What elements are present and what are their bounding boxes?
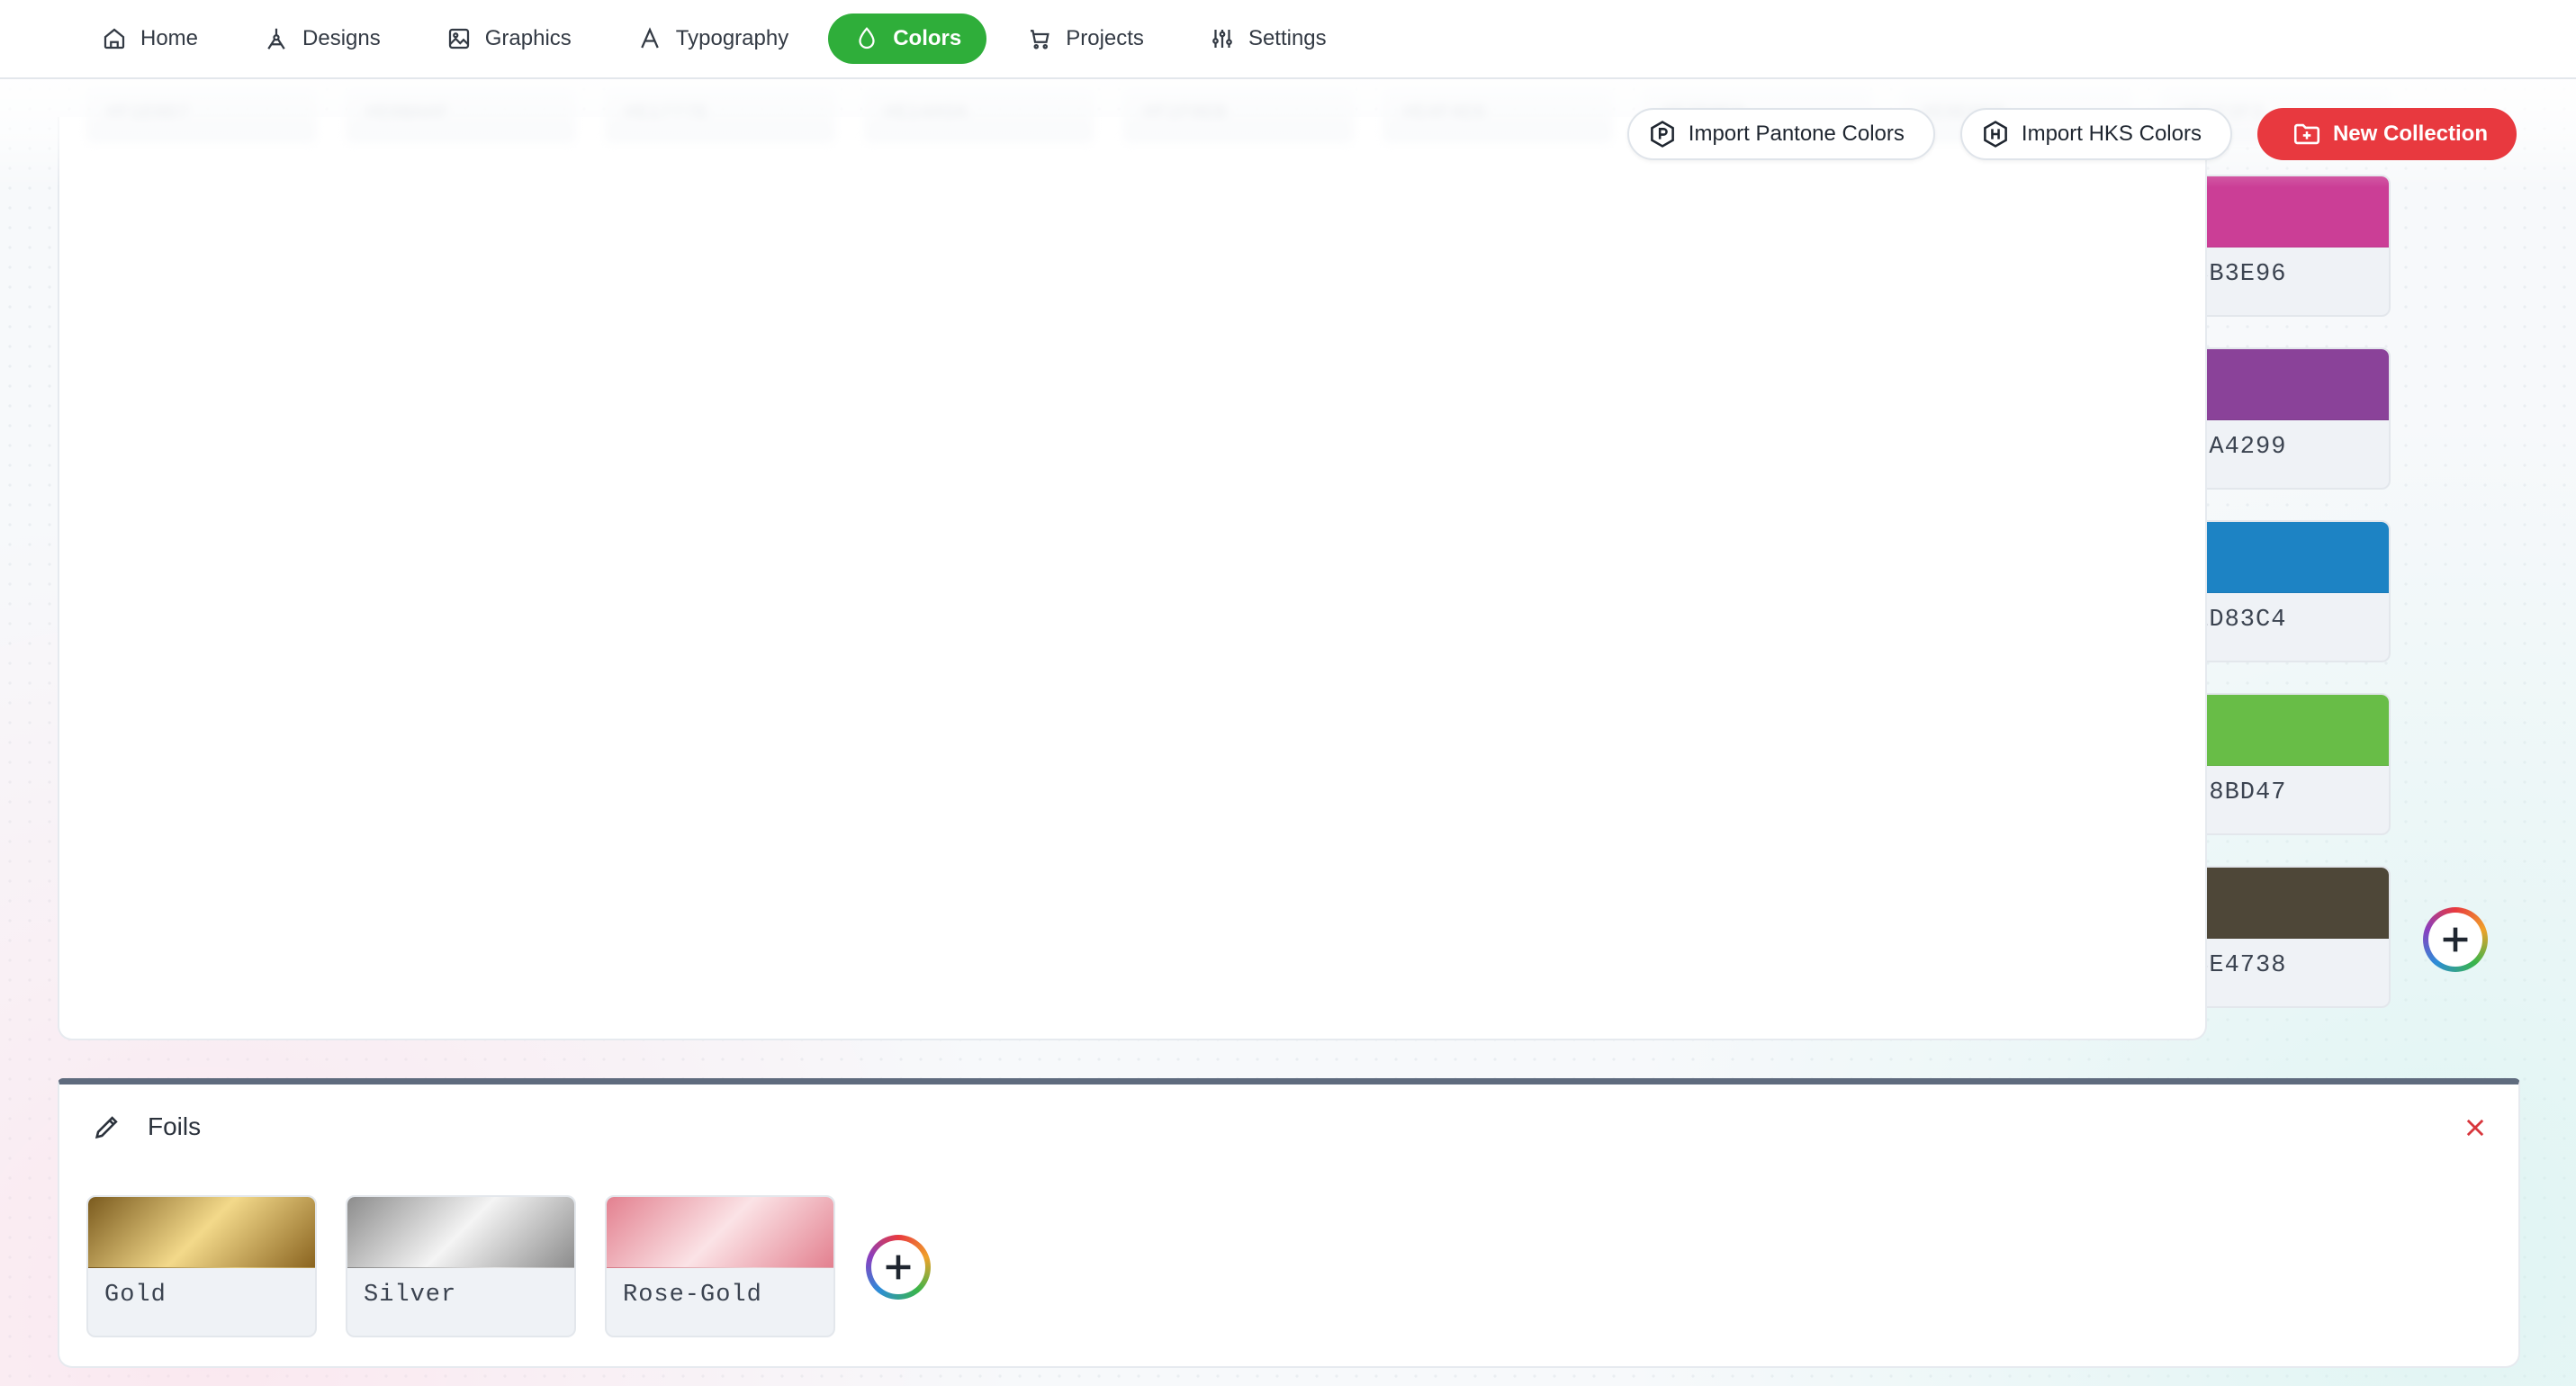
folder-plus-icon [2293, 123, 2319, 145]
nav-settings-label: Settings [1247, 26, 1327, 50]
foil-label: Rose-Gold [623, 1282, 762, 1309]
nav-designs[interactable]: Designs [238, 14, 406, 64]
nav-home[interactable]: Home [76, 14, 223, 64]
faded-chip: #E0BAAF [346, 83, 576, 142]
nav-home-label: Home [140, 26, 199, 50]
add-color-inner [2428, 913, 2482, 967]
plus-icon [886, 1255, 911, 1280]
home-icon [104, 28, 125, 50]
add-foil-inner [871, 1240, 925, 1294]
faded-chip: #F1F0EB [1123, 83, 1354, 142]
cart-icon [1031, 30, 1050, 50]
top-nav: Home Designs Graphics Typography Colors … [0, 0, 2576, 79]
add-color-button[interactable] [2423, 907, 2488, 972]
pantone-icon [1650, 121, 1674, 148]
faded-chip: #E14A5A [864, 83, 1094, 142]
droplet-icon [859, 27, 875, 50]
import-pantone-label: Import Pantone Colors [1688, 122, 1905, 146]
nav-colors-label: Colors [893, 26, 962, 50]
colors-collection-card [58, 117, 2207, 1040]
plus-icon [2443, 927, 2468, 952]
hks-icon [1984, 121, 2007, 148]
new-collection-button[interactable]: New Collection [2256, 108, 2517, 160]
foil-swatch[interactable]: Rose-Gold [605, 1195, 835, 1337]
nav-typography-label: Typography [675, 26, 789, 50]
faded-chip: #F1E0D7 [86, 83, 317, 142]
foil-swatch[interactable]: Silver [346, 1195, 576, 1337]
add-foil-button[interactable] [866, 1235, 931, 1300]
foils-header: Foils [92, 1112, 201, 1142]
new-collection-label: New Collection [2332, 122, 2488, 146]
collection-actions: Import Pantone Colors Import HKS Colors … [1626, 108, 2517, 160]
faded-chip: #E1777E [605, 83, 835, 142]
nav-graphics[interactable]: Graphics [420, 14, 597, 64]
foil-label: Gold [104, 1282, 167, 1309]
image-icon [448, 28, 469, 50]
nav-settings[interactable]: Settings [1184, 14, 1352, 64]
nav-designs-label: Designs [302, 26, 381, 50]
foils-title: Foils [148, 1112, 202, 1140]
nav-projects[interactable]: Projects [1001, 14, 1169, 64]
foil-swatch[interactable]: Gold [86, 1195, 317, 1337]
foil-gradient-fill [88, 1197, 315, 1268]
nav-projects-label: Projects [1066, 26, 1144, 50]
nav-typography[interactable]: Typography [611, 14, 814, 64]
foil-label: Silver [364, 1282, 457, 1309]
foil-gradient-fill [607, 1197, 833, 1268]
close-icon[interactable] [2463, 1115, 2488, 1140]
faded-chip: #E4F4E6 [1383, 83, 1613, 142]
typography-icon [641, 27, 659, 49]
foil-gradient-fill [347, 1197, 574, 1268]
import-hks-label: Import HKS Colors [2021, 122, 2202, 146]
nav-colors[interactable]: Colors [828, 14, 987, 64]
import-hks-button[interactable]: Import HKS Colors [1959, 108, 2232, 160]
pen-nib-icon [267, 28, 285, 50]
sliders-icon [1212, 30, 1232, 48]
nav-graphics-label: Graphics [484, 26, 572, 50]
import-pantone-button[interactable]: Import Pantone Colors [1626, 108, 1935, 160]
pencil-icon[interactable] [92, 1112, 122, 1142]
